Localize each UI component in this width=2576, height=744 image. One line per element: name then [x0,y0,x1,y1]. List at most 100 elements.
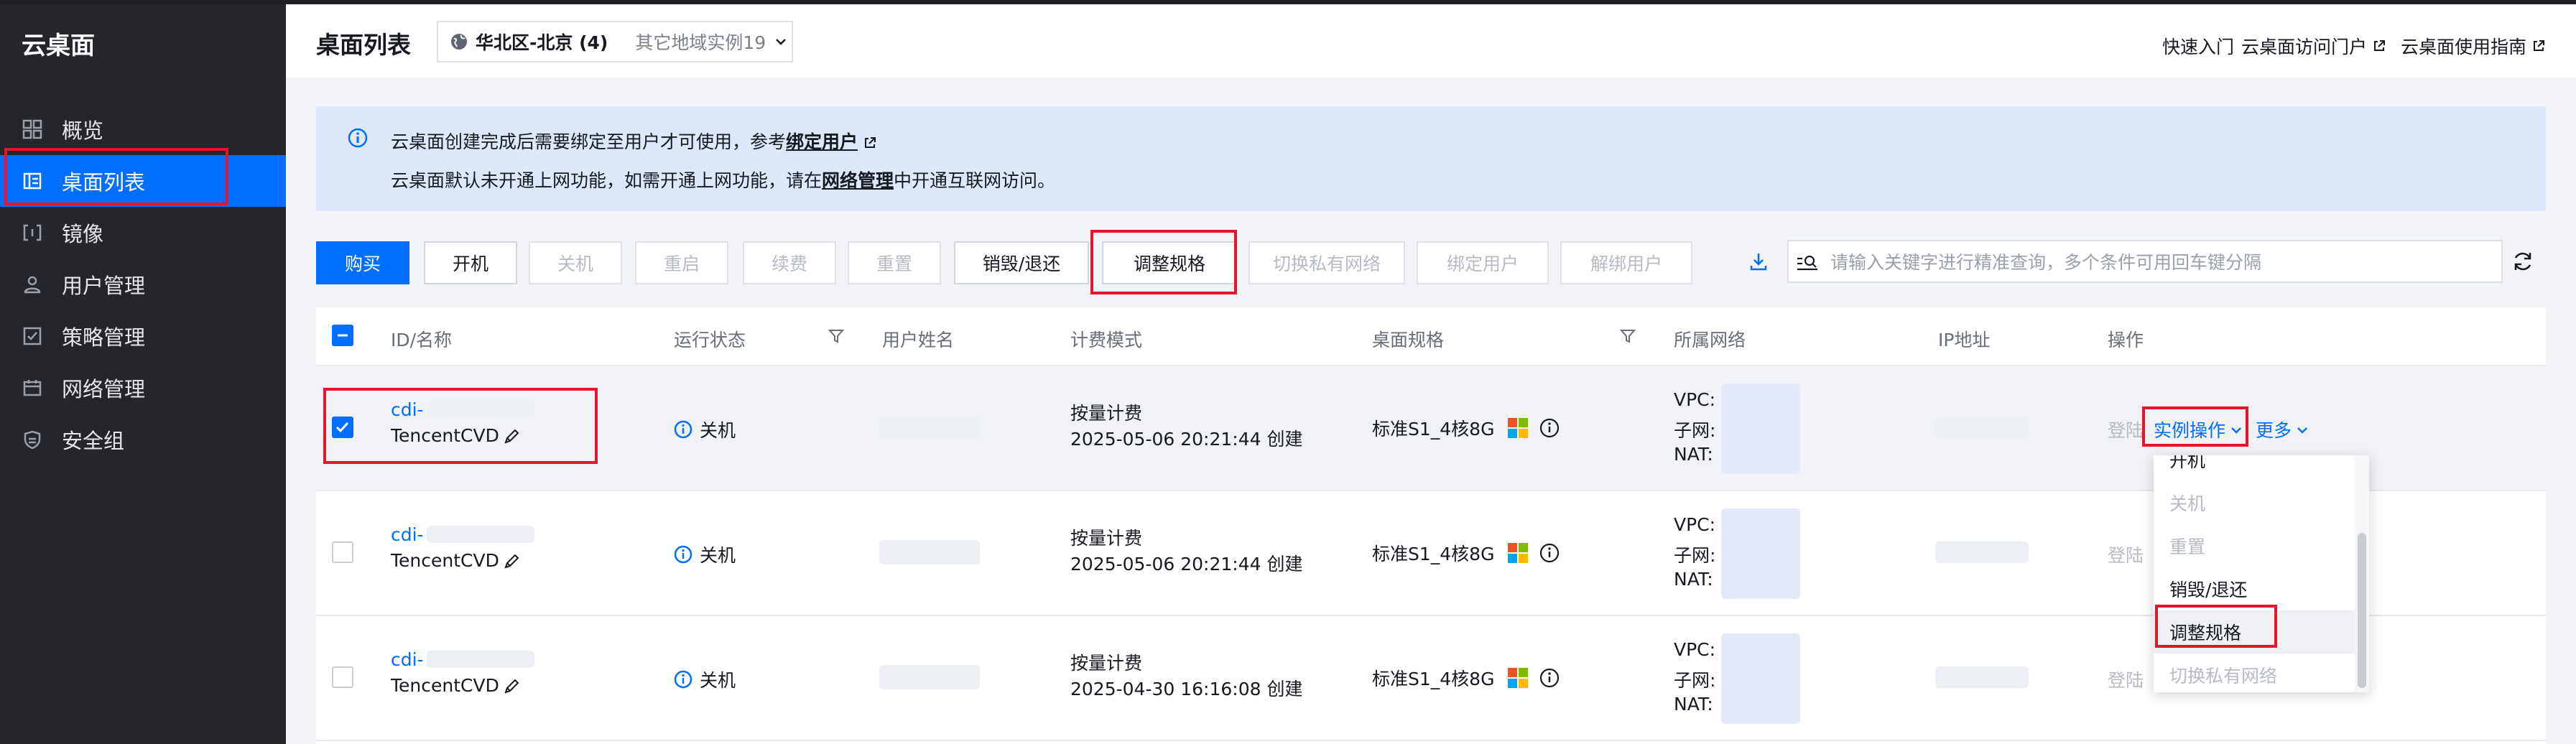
notice-line-1: 云桌面创建完成后需要绑定至用户才可使用，参考绑定用户 [391,128,876,154]
instance-actions-menu: 开机 关机 重置 销毁/退还 调整规格 切换私有网络 [2154,455,2369,692]
portal-link[interactable]: 云桌面访问门户 [2241,33,2386,59]
reset-button[interactable]: 重置 [848,241,941,284]
destroy-return-button[interactable]: 销毁/退还 [954,241,1089,284]
power-off-button[interactable]: 关机 [529,241,622,284]
select-all-checkbox[interactable] [332,325,353,346]
menu-item-power-off[interactable]: 关机 [2154,481,2355,524]
instance-id-link[interactable]: cdi- [391,524,424,545]
row-checkbox[interactable] [332,541,353,563]
menu-item-switch-vpc[interactable]: 切换私有网络 [2154,654,2355,692]
row-checkbox[interactable] [332,666,353,688]
instance-id-link[interactable]: cdi- [391,649,424,670]
page-title: 桌面列表 [316,31,411,59]
filter-icon[interactable] [828,327,845,345]
column-header-id-name: ID/名称 [391,330,453,350]
sidebar-item-label: 桌面列表 [62,170,146,195]
sidebar-item-network-management[interactable]: 网络管理 [0,362,286,414]
desktop-list-icon [22,170,43,192]
user-guide-link[interactable]: 云桌面使用指南 [2401,33,2545,59]
redacted-user-name [879,665,980,689]
created-time: 2025-04-30 16:16:08 创建 [1070,679,1303,699]
redacted-ip [1935,541,2029,563]
login-button[interactable]: 登陆 [2108,666,2144,692]
subnet-label: 子网: [1674,420,1716,441]
external-link-icon [2374,40,2386,51]
redacted-user-name [879,540,980,564]
column-header-status: 运行状态 [674,330,746,350]
globe-icon [451,34,467,50]
menu-item-resize-spec[interactable]: 调整规格 [2154,610,2355,654]
chevron-down-icon [2297,427,2307,434]
sidebar-item-security-group[interactable]: 安全组 [0,414,286,465]
info-notice: 云桌面创建完成后需要绑定至用户才可使用，参考绑定用户 云桌面默认未开通上网功能，… [316,106,2546,211]
run-status: 关机 [674,417,736,442]
renew-button[interactable]: 续费 [743,241,836,284]
login-button[interactable]: 登陆 [2108,417,2144,442]
buy-button[interactable]: 购买 [316,241,409,284]
status-info-icon [674,545,692,564]
redacted-id [427,401,534,418]
info-icon [348,128,368,148]
redacted-network [1721,633,1800,724]
spec-info-icon[interactable] [1539,417,1560,439]
edit-pencil-icon[interactable] [502,677,521,696]
quick-start-link[interactable]: 快速入门 [2162,33,2234,59]
user-icon [22,274,43,295]
created-time: 2025-05-06 20:21:44 创建 [1070,429,1303,450]
sidebar-item-overview[interactable]: 概览 [0,103,286,155]
nat-label: NAT: [1674,569,1713,590]
sidebar-item-label: 用户管理 [62,274,146,298]
more-dropdown[interactable]: 更多 [2256,417,2309,442]
bind-user-link[interactable]: 绑定用户 [786,131,858,152]
query-filter-icon [1797,255,1817,271]
resize-spec-button[interactable]: 调整规格 [1102,241,1237,284]
status-text: 关机 [700,545,736,566]
spec-info-icon[interactable] [1539,667,1560,689]
instance-actions-dropdown[interactable]: 实例操作 [2154,417,2243,442]
redacted-id [427,651,534,668]
switch-vpc-button[interactable]: 切换私有网络 [1248,241,1405,284]
nat-label: NAT: [1674,694,1713,715]
menu-scrollbar[interactable] [2358,533,2366,688]
search-input[interactable]: 请输入关键字进行精准查询，多个条件可用回车键分隔 [1787,240,2503,283]
menu-item-reset[interactable]: 重置 [2154,524,2355,567]
edit-pencil-icon[interactable] [502,552,521,571]
link-label: 云桌面访问门户 [2241,37,2368,57]
chevron-down-icon [776,39,787,45]
vpc-label: VPC: [1674,639,1716,660]
power-on-button[interactable]: 开机 [424,241,517,284]
sidebar: 云桌面 概览 桌面列表 镜像 用户管理 策略管理 网络管理 安全组 [0,4,286,744]
column-header-billing: 计费模式 [1070,330,1143,350]
sidebar-item-desktop-list[interactable]: 桌面列表 [0,155,286,207]
status-info-icon [674,420,692,439]
column-header-actions: 操作 [2108,330,2144,350]
vpc-label: VPC: [1674,389,1716,410]
row-checkbox[interactable] [332,417,353,438]
subnet-label: 子网: [1674,670,1716,691]
edit-pencil-icon[interactable] [502,427,521,446]
sidebar-item-label: 网络管理 [62,377,146,401]
redacted-network [1721,383,1800,474]
windows-logo-icon [1508,668,1529,688]
spec-info-icon[interactable] [1539,542,1560,564]
menu-item-power-on[interactable]: 开机 [2154,455,2355,481]
network-management-link[interactable]: 网络管理 [822,170,894,191]
region-selector[interactable]: 华北区-北京 (4) 其它地域实例19 [437,21,793,62]
sidebar-item-image[interactable]: 镜像 [0,207,286,259]
external-link-icon [2534,40,2545,51]
sidebar-item-label: 策略管理 [62,325,146,350]
restart-button[interactable]: 重启 [635,241,728,284]
unbind-user-button[interactable]: 解绑用户 [1560,241,1692,284]
page-header: 桌面列表 华北区-北京 (4) 其它地域实例19 快速入门 云桌面访问门户 云桌… [286,4,2576,78]
created-time: 2025-05-06 20:21:44 创建 [1070,554,1303,575]
bind-user-button[interactable]: 绑定用户 [1417,241,1549,284]
menu-item-destroy-return[interactable]: 销毁/退还 [2154,567,2355,610]
sidebar-item-policy-management[interactable]: 策略管理 [0,310,286,362]
login-button[interactable]: 登陆 [2108,541,2144,567]
sidebar-item-user-management[interactable]: 用户管理 [0,259,286,310]
instance-id-link[interactable]: cdi- [391,399,424,420]
run-status: 关机 [674,666,736,692]
filter-icon[interactable] [1619,327,1636,345]
download-icon[interactable] [1748,251,1769,271]
refresh-icon[interactable] [2511,250,2534,273]
